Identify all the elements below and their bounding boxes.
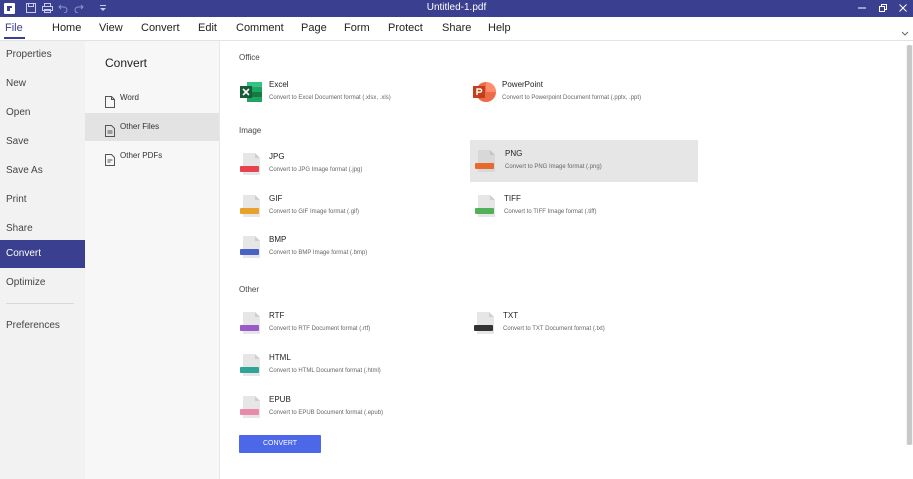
format-description: Convert to JPG Image format (.jpg) bbox=[269, 167, 363, 173]
format-description: Convert to TIFF Image format (.tiff) bbox=[504, 209, 597, 215]
format-description: Convert to EPUB Document format (.epub) bbox=[269, 410, 384, 416]
convert-content: Office Excel Convert to Excel Document f… bbox=[221, 41, 913, 479]
nav-preferences[interactable]: Preferences bbox=[0, 312, 85, 340]
menu-home[interactable]: Home bbox=[52, 22, 81, 34]
menu-page[interactable]: Page bbox=[301, 22, 327, 34]
format-name: GIF bbox=[269, 194, 283, 203]
nav-optimize[interactable]: Optimize bbox=[0, 269, 85, 297]
format-name: PowerPoint bbox=[502, 80, 543, 89]
format-description: Convert to PNG Image format (.png) bbox=[505, 164, 602, 170]
menu-bar: File Home View Convert Edit Comment Page… bbox=[0, 17, 913, 41]
collapse-ribbon-icon[interactable] bbox=[901, 24, 909, 42]
format-description: Convert to Excel Document format (.xlsx,… bbox=[269, 95, 391, 101]
format-html[interactable]: HTML Convert to HTML Document format (.h… bbox=[239, 344, 469, 386]
png-file-icon bbox=[474, 149, 498, 173]
format-description: Convert to TXT Document format (.txt) bbox=[503, 326, 605, 332]
format-bmp[interactable]: BMP Convert to BMP Image format (.bmp) bbox=[239, 226, 469, 268]
menu-share[interactable]: Share bbox=[442, 22, 471, 34]
powerpoint-icon bbox=[472, 80, 496, 104]
active-menu-underline bbox=[4, 37, 25, 39]
menu-protect[interactable]: Protect bbox=[388, 22, 423, 34]
format-name: RTF bbox=[269, 311, 285, 320]
format-powerpoint[interactable]: PowerPoint Convert to Powerpoint Documen… bbox=[472, 71, 702, 113]
tiff-file-icon bbox=[474, 194, 498, 218]
convert-panel-title: Convert bbox=[105, 56, 148, 70]
format-gif[interactable]: GIF Convert to GIF Image format (.gif) bbox=[239, 185, 469, 227]
nav-properties[interactable]: Properties bbox=[0, 41, 85, 69]
format-png[interactable]: PNG Convert to PNG Image format (.png) bbox=[470, 140, 698, 182]
menu-edit[interactable]: Edit bbox=[198, 22, 217, 34]
convert-option-other-files[interactable]: Other Files bbox=[85, 113, 219, 141]
html-file-icon bbox=[239, 353, 263, 377]
menu-view[interactable]: View bbox=[99, 22, 123, 34]
convert-option-word[interactable]: Word bbox=[85, 84, 219, 112]
window-title: Untitled-1.pdf bbox=[426, 2, 487, 13]
convert-option-label: Other Files bbox=[120, 122, 160, 131]
menu-form[interactable]: Form bbox=[344, 22, 370, 34]
format-description: Convert to RTF Document format (.rtf) bbox=[269, 326, 371, 332]
format-name: PNG bbox=[505, 149, 523, 158]
format-name: BMP bbox=[269, 235, 287, 244]
nav-convert[interactable]: Convert bbox=[0, 240, 85, 268]
epub-file-icon bbox=[239, 395, 263, 419]
section-title-office: Office bbox=[239, 53, 260, 62]
excel-icon bbox=[239, 80, 263, 104]
section-title-other: Other bbox=[239, 285, 260, 294]
section-title-image: Image bbox=[239, 126, 262, 135]
format-txt[interactable]: TXT Convert to TXT Document format (.txt… bbox=[473, 302, 703, 344]
format-name: EPUB bbox=[269, 395, 291, 404]
menu-help[interactable]: Help bbox=[488, 22, 511, 34]
scrollbar-thumb[interactable] bbox=[907, 45, 912, 445]
convert-button[interactable]: CONVERT bbox=[239, 435, 321, 453]
format-description: Convert to HTML Document format (.html) bbox=[269, 368, 381, 374]
format-name: JPG bbox=[269, 152, 285, 161]
convert-option-label: Other PDFs bbox=[120, 151, 163, 160]
close-icon[interactable] bbox=[896, 1, 910, 15]
nav-open[interactable]: Open bbox=[0, 99, 85, 127]
menu-file[interactable]: File bbox=[5, 22, 23, 34]
nav-save-as[interactable]: Save As bbox=[0, 157, 85, 185]
document-icon bbox=[105, 92, 115, 108]
gif-file-icon bbox=[239, 194, 263, 218]
jpg-file-icon bbox=[239, 152, 263, 176]
format-rtf[interactable]: RTF Convert to RTF Document format (.rtf… bbox=[239, 302, 469, 344]
format-name: HTML bbox=[269, 353, 291, 362]
format-description: Convert to Powerpoint Document format (.… bbox=[502, 95, 642, 101]
restore-icon[interactable] bbox=[876, 1, 890, 15]
format-description: Convert to GIF Image format (.gif) bbox=[269, 209, 360, 215]
nav-share[interactable]: Share bbox=[0, 215, 85, 243]
files-icon bbox=[105, 121, 115, 137]
pdf-icon bbox=[105, 150, 115, 166]
convert-panel: Convert Word Other Files Other PDFs bbox=[85, 41, 220, 479]
format-description: Convert to BMP Image format (.bmp) bbox=[269, 250, 368, 256]
menu-convert[interactable]: Convert bbox=[141, 22, 180, 34]
nav-save[interactable]: Save bbox=[0, 128, 85, 156]
nav-divider bbox=[6, 303, 74, 304]
nav-print[interactable]: Print bbox=[0, 186, 85, 214]
convert-option-label: Word bbox=[120, 93, 139, 102]
title-bar: Untitled-1.pdf bbox=[0, 0, 913, 17]
minimize-icon[interactable] bbox=[855, 1, 869, 15]
format-name: Excel bbox=[269, 80, 289, 89]
convert-option-other-pdfs[interactable]: Other PDFs bbox=[85, 142, 219, 170]
rtf-file-icon bbox=[239, 311, 263, 335]
format-tiff[interactable]: TIFF Convert to TIFF Image format (.tiff… bbox=[474, 185, 704, 227]
nav-new[interactable]: New bbox=[0, 70, 85, 98]
format-epub[interactable]: EPUB Convert to EPUB Document format (.e… bbox=[239, 386, 469, 428]
txt-file-icon bbox=[473, 311, 497, 335]
format-excel[interactable]: Excel Convert to Excel Document format (… bbox=[239, 71, 469, 113]
format-name: TIFF bbox=[504, 194, 521, 203]
backstage-nav: Properties New Open Save Save As Print S… bbox=[0, 41, 85, 479]
format-name: TXT bbox=[503, 311, 519, 320]
bmp-file-icon bbox=[239, 235, 263, 259]
menu-comment[interactable]: Comment bbox=[236, 22, 284, 34]
format-jpg[interactable]: JPG Convert to JPG Image format (.jpg) bbox=[239, 143, 469, 185]
